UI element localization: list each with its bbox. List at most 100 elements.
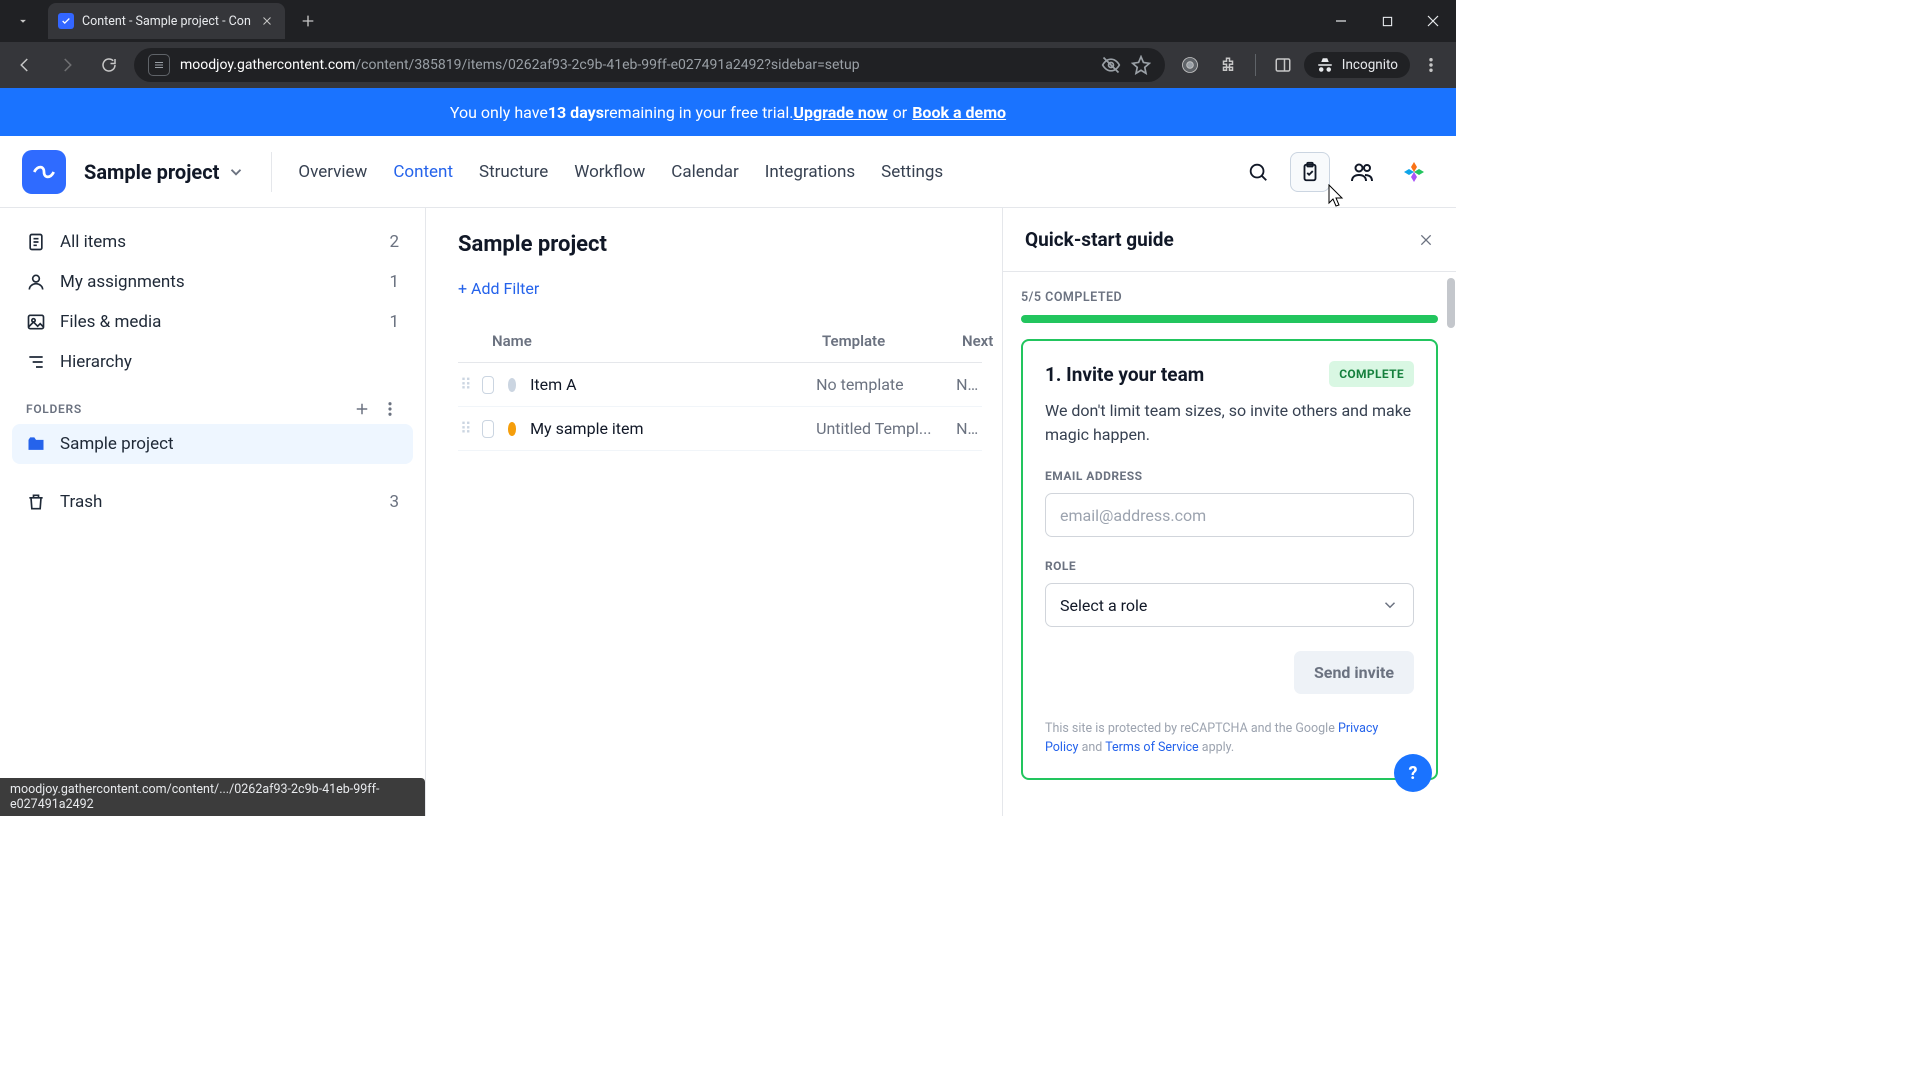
- sidebar-files-media[interactable]: Files & media 1: [12, 302, 413, 342]
- trash-label: Trash: [60, 492, 102, 512]
- search-button[interactable]: [1238, 152, 1278, 192]
- panel-close-button[interactable]: [1418, 232, 1434, 248]
- panel-scrollbar[interactable]: [1446, 278, 1456, 816]
- item-name[interactable]: Item A: [530, 375, 816, 394]
- user-icon: [26, 272, 46, 292]
- chevron-down-icon: [1381, 596, 1399, 614]
- status-bar: moodjoy.gathercontent.com/content/.../02…: [0, 778, 425, 816]
- row-checkbox[interactable]: [482, 420, 494, 438]
- nav-workflow[interactable]: Workflow: [574, 162, 645, 182]
- table-row[interactable]: ⠿ My sample item Untitled Templ... No du: [458, 407, 982, 451]
- drag-handle-icon[interactable]: ⠿: [460, 375, 472, 394]
- browser-tab[interactable]: Content - Sample project - Con: [48, 3, 285, 39]
- hierarchy-icon: [26, 352, 46, 372]
- sidebar-trash[interactable]: Trash 3: [12, 482, 413, 522]
- item-name[interactable]: My sample item: [530, 419, 816, 438]
- complete-badge: COMPLETE: [1329, 361, 1414, 387]
- app-logo[interactable]: [22, 150, 66, 194]
- send-invite-button[interactable]: Send invite: [1294, 651, 1414, 694]
- extensions-icon[interactable]: [1211, 48, 1245, 82]
- incognito-badge[interactable]: Incognito: [1304, 52, 1410, 78]
- window-maximize-button[interactable]: [1364, 0, 1410, 42]
- tab-search-button[interactable]: [4, 2, 42, 40]
- trash-count: 3: [389, 492, 399, 512]
- role-value: Select a role: [1060, 596, 1147, 615]
- role-label: ROLE: [1045, 559, 1414, 573]
- add-folder-button[interactable]: [353, 400, 371, 418]
- folders-header: FOLDERS: [12, 382, 413, 424]
- nav-reload-button[interactable]: [92, 48, 126, 82]
- sidebar-my-assignments[interactable]: My assignments 1: [12, 262, 413, 302]
- people-button[interactable]: [1342, 152, 1382, 192]
- sidebar-item-label: My assignments: [60, 272, 185, 292]
- progress-label: 5/5 COMPLETED: [1021, 290, 1438, 305]
- nav-structure[interactable]: Structure: [479, 162, 548, 182]
- nav-content[interactable]: Content: [393, 162, 453, 182]
- nav-settings[interactable]: Settings: [881, 162, 943, 182]
- status-dot: [508, 422, 517, 436]
- content-area: Sample project + Add Filter Name Templat…: [426, 208, 1002, 816]
- col-template[interactable]: Template: [822, 332, 962, 350]
- trash-icon: [26, 492, 46, 512]
- incognito-icon: [1316, 56, 1334, 74]
- folders-label: FOLDERS: [26, 402, 82, 416]
- new-tab-button[interactable]: [293, 6, 323, 36]
- help-fab[interactable]: ?: [1394, 754, 1432, 792]
- row-checkbox[interactable]: [482, 376, 494, 394]
- clipboard-check-icon: [1299, 161, 1321, 183]
- card-title: 1. Invite your team: [1045, 363, 1204, 386]
- favicon-icon: [58, 13, 74, 29]
- address-bar[interactable]: moodjoy.gathercontent.com/content/385819…: [134, 48, 1165, 82]
- nav-forward-button[interactable]: [50, 48, 84, 82]
- nav-integrations[interactable]: Integrations: [765, 162, 855, 182]
- drag-handle-icon[interactable]: ⠿: [460, 419, 472, 438]
- browser-menu-button[interactable]: [1414, 48, 1448, 82]
- book-demo-link[interactable]: Book a demo: [912, 103, 1006, 122]
- invite-card: 1. Invite your team COMPLETE We don't li…: [1021, 339, 1438, 780]
- close-tab-icon[interactable]: [259, 13, 275, 29]
- email-label: EMAIL ADDRESS: [1045, 469, 1414, 483]
- sidepanel-icon[interactable]: [1266, 48, 1300, 82]
- profile-icon[interactable]: [1173, 48, 1207, 82]
- role-select[interactable]: Select a role: [1045, 583, 1414, 627]
- folder-sample-project[interactable]: Sample project: [12, 424, 413, 464]
- col-name[interactable]: Name: [492, 332, 822, 350]
- legal-text: This site is protected by reCAPTCHA and …: [1045, 720, 1414, 758]
- item-next: No du: [956, 419, 982, 438]
- browser-toolbar: moodjoy.gathercontent.com/content/385819…: [0, 42, 1456, 88]
- window-minimize-button[interactable]: [1318, 0, 1364, 42]
- bookmark-icon[interactable]: [1131, 55, 1151, 75]
- add-filter-button[interactable]: + Add Filter: [458, 279, 982, 298]
- apps-button[interactable]: [1394, 152, 1434, 192]
- nav-overview[interactable]: Overview: [298, 162, 367, 182]
- quickstart-button[interactable]: [1290, 152, 1330, 192]
- main-nav: Overview Content Structure Workflow Cale…: [298, 162, 943, 182]
- page-title: Sample project: [458, 232, 982, 257]
- table-row[interactable]: ⠿ Item A No template No du: [458, 363, 982, 407]
- sidebar-hierarchy[interactable]: Hierarchy: [12, 342, 413, 382]
- site-controls-icon[interactable]: [148, 54, 170, 76]
- col-next[interactable]: Next: [962, 332, 993, 350]
- folder-menu-button[interactable]: [381, 400, 399, 418]
- upgrade-link[interactable]: Upgrade now: [793, 103, 887, 122]
- image-icon: [26, 312, 46, 332]
- tos-link[interactable]: Terms of Service: [1105, 740, 1198, 755]
- window-close-button[interactable]: [1410, 0, 1456, 42]
- project-name: Sample project: [84, 160, 219, 184]
- trial-banner: You only have 13 days remaining in your …: [0, 88, 1456, 136]
- project-switcher[interactable]: Sample project: [84, 160, 245, 184]
- email-input[interactable]: [1045, 493, 1414, 537]
- sidebar-all-items[interactable]: All items 2: [12, 222, 413, 262]
- nav-back-button[interactable]: [8, 48, 42, 82]
- card-body: We don't limit team sizes, so invite oth…: [1045, 399, 1414, 447]
- nav-calendar[interactable]: Calendar: [671, 162, 738, 182]
- item-template: Untitled Templ...: [816, 419, 956, 438]
- sidebar-item-label: Files & media: [60, 312, 161, 332]
- tracking-blocked-icon[interactable]: [1101, 55, 1121, 75]
- apps-color-icon: [1402, 160, 1426, 184]
- sidebar-item-label: Hierarchy: [60, 352, 132, 372]
- item-template: No template: [816, 375, 956, 394]
- sidebar-item-label: All items: [60, 232, 126, 252]
- people-icon: [1350, 160, 1374, 184]
- app-header: Sample project Overview Content Structur…: [0, 136, 1456, 208]
